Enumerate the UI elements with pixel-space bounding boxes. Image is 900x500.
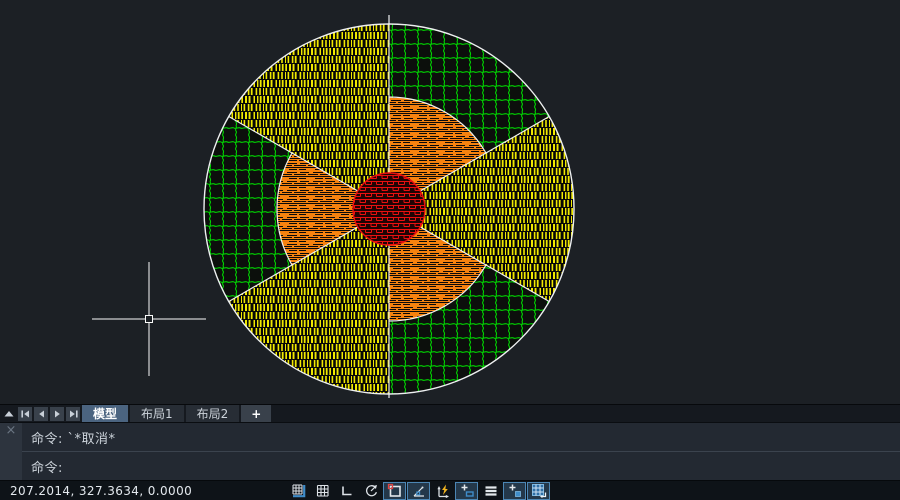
quick-properties-icon[interactable] xyxy=(503,482,526,500)
command-window-grip[interactable]: × xyxy=(0,423,22,480)
first-tab-button[interactable] xyxy=(18,407,32,421)
tab-menu-up-button[interactable] xyxy=(2,407,16,421)
tab-layout1[interactable]: 布局1 xyxy=(130,405,184,422)
new-layout-tab-button[interactable]: + xyxy=(241,405,271,422)
previous-tab-icon xyxy=(36,408,47,420)
tab-layout2-label: 布局2 xyxy=(197,405,229,422)
previous-tab-button[interactable] xyxy=(34,407,48,421)
command-history-line: 命令: `*取消* xyxy=(22,423,900,452)
last-tab-icon xyxy=(68,408,79,420)
command-history-text: 命令: `*取消* xyxy=(31,428,116,447)
new-layout-tab-label: + xyxy=(251,407,261,421)
tab-model-label: 模型 xyxy=(93,405,117,422)
command-prompt-text: 命令: xyxy=(31,457,63,476)
center-red-circle[interactable] xyxy=(353,173,425,245)
tab-layout1-label: 布局1 xyxy=(141,405,173,422)
command-prompt-line[interactable]: 命令: xyxy=(22,452,900,480)
ortho-mode-icon[interactable] xyxy=(335,482,358,500)
dynamic-input-icon[interactable] xyxy=(431,482,454,500)
up-triangle-icon xyxy=(3,408,15,420)
next-tab-button[interactable] xyxy=(50,407,64,421)
menu-icon[interactable] xyxy=(479,482,502,500)
pickbox xyxy=(146,316,153,323)
next-tab-icon xyxy=(52,408,63,420)
first-tab-icon xyxy=(20,408,31,420)
drawing-canvas[interactable] xyxy=(0,0,900,404)
command-lines: 命令: `*取消* 命令: xyxy=(22,423,900,480)
status-toggle-icons xyxy=(287,482,550,500)
last-tab-button[interactable] xyxy=(66,407,80,421)
coordinate-readout: 207.2014, 327.3634, 0.0000 xyxy=(10,484,192,498)
polar-tracking-icon[interactable] xyxy=(359,482,382,500)
object-snap-tracking-icon[interactable] xyxy=(407,482,430,500)
command-window: × 命令: `*取消* 命令: xyxy=(0,422,900,480)
application-window: 模型 布局1 布局2 + × 命令: `*取消* 命令: 207.2014, 3… xyxy=(0,0,900,500)
grid-display-icon[interactable] xyxy=(311,482,334,500)
status-bar: 207.2014, 327.3634, 0.0000 xyxy=(0,480,900,500)
layout-tab-bar: 模型 布局1 布局2 + xyxy=(0,404,900,422)
workspace-switch-icon[interactable] xyxy=(527,482,550,500)
object-snap-icon[interactable] xyxy=(383,482,406,500)
lineweight-icon[interactable] xyxy=(455,482,478,500)
close-icon[interactable]: × xyxy=(6,423,17,439)
trefoil-drawing xyxy=(0,0,900,404)
tab-layout2[interactable]: 布局2 xyxy=(186,405,240,422)
tab-model[interactable]: 模型 xyxy=(82,405,128,422)
snap-mode-icon[interactable] xyxy=(287,482,310,500)
